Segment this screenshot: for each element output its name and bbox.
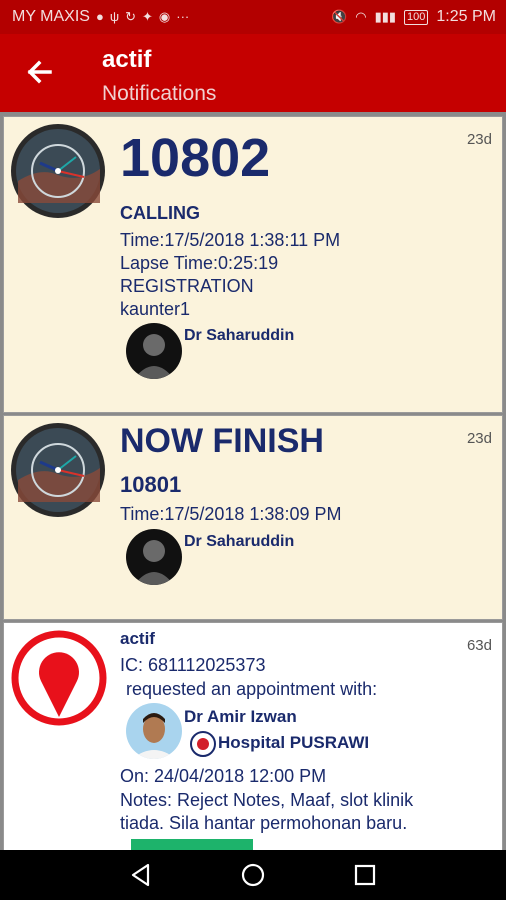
- doctor-photo: [126, 703, 182, 759]
- navigation-bar: [0, 850, 506, 900]
- call-time: Time:17/5/2018 1:38:09 PM: [120, 504, 342, 524]
- clock-icon: [11, 124, 105, 218]
- lapse-time: Lapse Time:0:25:19: [120, 253, 279, 273]
- location-pin-icon: [11, 630, 107, 726]
- clock-time: 1:25 PM: [436, 8, 496, 25]
- wifi-icon: ◠: [355, 9, 367, 24]
- carrier-label: MY MAXIS: [12, 8, 90, 25]
- queue-status: CALLING: [120, 203, 200, 223]
- notes-line-1: Notes: Reject Notes, Maaf, slot klinik: [120, 790, 414, 810]
- back-triangle-icon[interactable]: [128, 862, 154, 888]
- doctor-photo-image: [126, 703, 182, 759]
- recents-square-icon[interactable]: [352, 862, 378, 888]
- usb-icon: ψ: [109, 9, 120, 24]
- app-notification-icon: ◉: [158, 9, 171, 24]
- notification-card[interactable]: 63d actif IC: 681112025373 requested an …: [3, 622, 503, 850]
- globe-icon: ●: [95, 9, 104, 24]
- doctor-name: Dr Saharuddin: [184, 327, 295, 344]
- avatar: [126, 529, 182, 585]
- avatar-placeholder-icon: [126, 529, 182, 585]
- call-time: Time:17/5/2018 1:38:11 PM: [120, 230, 341, 250]
- notification-list[interactable]: 23d 10802 CALLING Time:17/5/2018 1:38:11…: [0, 112, 506, 850]
- avatar-placeholder-icon: [126, 323, 182, 379]
- request-text: requested an appointment with:: [126, 679, 378, 699]
- action-button[interactable]: [131, 839, 253, 850]
- appointment-date: On: 24/04/2018 12:00 PM: [120, 766, 327, 786]
- home-circle-icon[interactable]: [240, 862, 266, 888]
- app-subtitle: Notifications: [102, 82, 217, 105]
- signal-icon: ▮▮▮: [374, 9, 397, 24]
- status-bar: MY MAXIS ● ψ ↻ ✦ ◉ ··· 🔇 ◠ ▮▮▮ 100 1:25 …: [0, 0, 506, 34]
- avatar: [126, 323, 182, 379]
- hospital-logo-icon: [190, 731, 216, 757]
- doctor-name: Dr Saharuddin: [184, 533, 295, 550]
- more-icon: ···: [176, 9, 190, 24]
- sync-icon: ↻: [125, 9, 136, 24]
- twitter-icon: ✦: [142, 9, 153, 24]
- app-title: actif: [102, 46, 152, 73]
- hospital-name: Hospital PUSRAWI: [218, 733, 370, 752]
- arrow-left-icon: [27, 60, 52, 84]
- doctor-name: Dr Amir Izwan: [184, 707, 297, 726]
- sender-name: actif: [120, 629, 155, 648]
- notification-age: 63d: [466, 637, 492, 654]
- queue-status: NOW FINISH: [120, 422, 324, 460]
- app-bar: actif Notifications: [0, 34, 506, 112]
- notification-card[interactable]: 23d NOW FINISH 10801 Time:17/5/2018 1:38…: [3, 415, 503, 620]
- clock-icon: [11, 423, 105, 517]
- notification-card[interactable]: 23d 10802 CALLING Time:17/5/2018 1:38:11…: [3, 116, 503, 413]
- notification-age: 23d: [466, 430, 492, 447]
- queue-number: 10801: [120, 472, 182, 497]
- department: REGISTRATION: [120, 276, 254, 296]
- notes-line-2: tiada. Sila hantar permohonan baru.: [120, 813, 408, 833]
- queue-number: 10802: [120, 128, 271, 188]
- mute-icon: 🔇: [331, 9, 348, 24]
- ic-number: IC: 681112025373: [120, 655, 266, 675]
- back-button[interactable]: [20, 52, 60, 92]
- counter: kaunter1: [120, 299, 191, 319]
- battery-icon: 100: [404, 9, 429, 25]
- notification-age: 23d: [466, 131, 492, 148]
